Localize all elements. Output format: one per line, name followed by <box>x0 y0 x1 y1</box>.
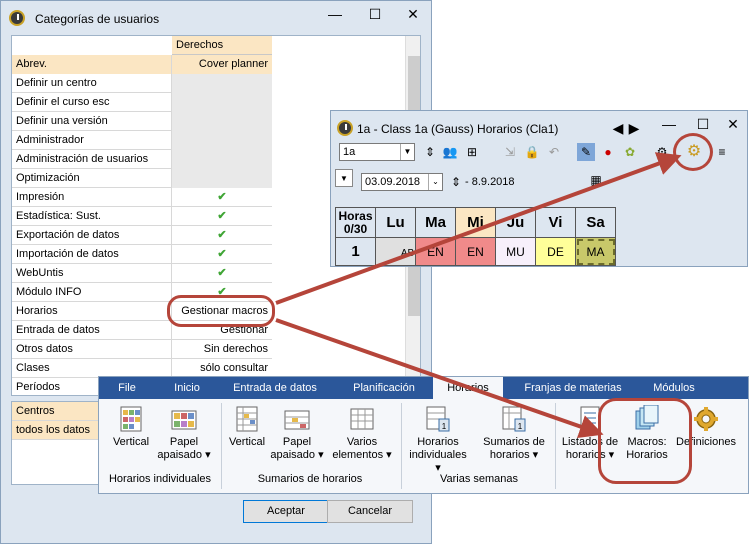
arrow-to-toolbar <box>275 152 682 305</box>
annotation-arrows <box>275 152 682 439</box>
arrow-to-ribbon <box>275 318 604 439</box>
